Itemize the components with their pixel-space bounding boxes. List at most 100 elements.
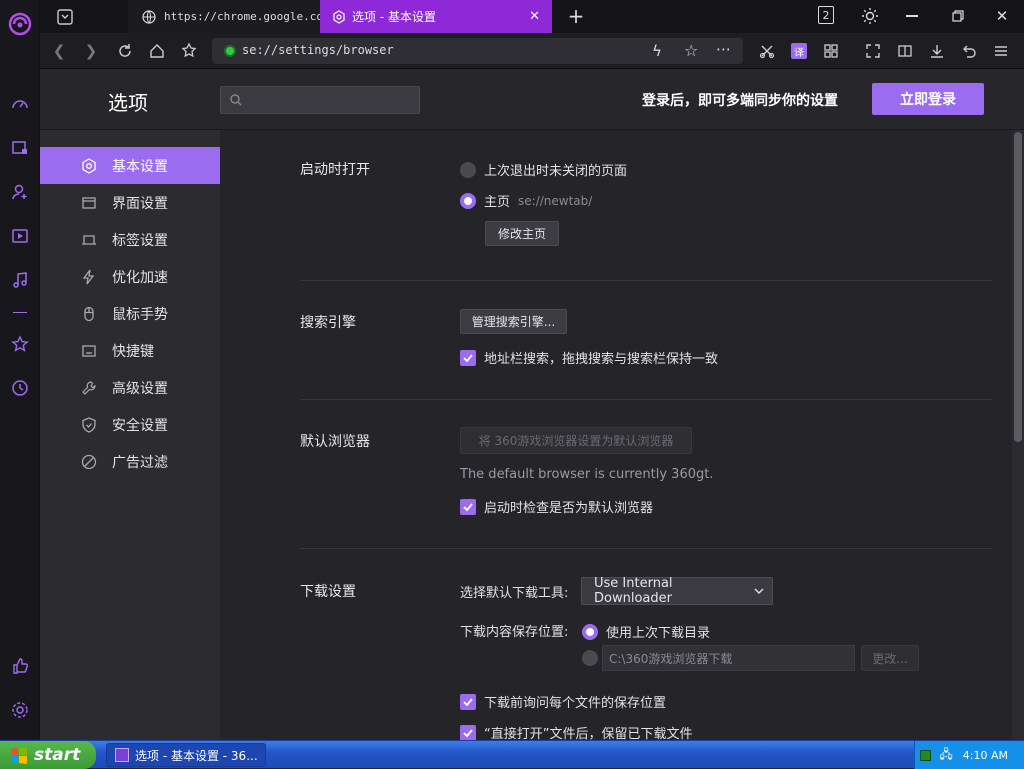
speedometer-icon[interactable] <box>0 90 40 118</box>
startup-option-homepage[interactable]: 主页 se://newtab/ <box>460 191 592 210</box>
tab-bar: https://chrome.google.com/web 选项 - 基本设置 … <box>40 0 1024 33</box>
sidebar-item-interface[interactable]: 界面设置 <box>40 184 220 221</box>
sidebar-toggle-icon[interactable] <box>890 33 920 69</box>
home-icon[interactable] <box>142 33 172 69</box>
startup-option-restore[interactable]: 上次退出时未关闭的页面 <box>460 160 627 179</box>
keep-file-option[interactable]: “直接打开”文件后，保留已下载文件 <box>460 723 692 740</box>
download-tool-select[interactable]: Use Internal Downloader <box>581 576 773 606</box>
ask-location-option[interactable]: 下载前询问每个文件的保存位置 <box>460 692 666 711</box>
close-window-icon[interactable]: ✕ <box>990 4 1014 28</box>
sidebar-item-shortcuts[interactable]: 快捷键 <box>40 332 220 369</box>
back-icon[interactable]: ❮ <box>44 33 74 69</box>
radio-restore[interactable] <box>460 161 476 178</box>
taskbar-window-item[interactable]: 选项 - 基本设置 - 36... <box>106 743 266 767</box>
sidebar-item-basic[interactable]: 基本设置 <box>40 147 220 184</box>
tray-app-icon[interactable] <box>920 749 932 761</box>
settings-content: 启动时打开 上次退出时未关闭的页面 主页 se://newtab/ 修改主页 搜… <box>220 130 1012 740</box>
radio-label: 使用上次下载目录 <box>606 626 711 641</box>
tab-settings[interactable]: 选项 - 基本设置 ✕ <box>320 0 552 33</box>
lightning-icon[interactable]: ϟ <box>652 42 662 60</box>
radio-homepage[interactable] <box>460 192 476 209</box>
chevron-down-icon <box>754 587 764 595</box>
checkbox-checked-icon[interactable] <box>460 693 476 710</box>
window-icon[interactable] <box>0 134 40 162</box>
select-value: Use Internal Downloader <box>594 576 673 606</box>
radio-label: 上次退出时未关闭的页面 <box>484 164 628 179</box>
network-icon[interactable]: 🖧 <box>939 745 952 766</box>
checkbox-checked-icon[interactable] <box>460 498 476 515</box>
menu-icon[interactable] <box>986 33 1016 69</box>
checkbox-label: 地址栏搜索，拖拽搜索与搜索栏保持一致 <box>484 352 719 367</box>
gear-icon <box>78 157 100 174</box>
address-bar[interactable]: se://settings/browser ϟ ☆ ⋯ <box>212 38 743 64</box>
tab-count-badge[interactable]: 2 <box>818 6 834 24</box>
window-icon <box>78 195 100 211</box>
tab-list-icon[interactable] <box>52 6 78 28</box>
sidebar-item-label: 优化加速 <box>112 269 168 286</box>
address-text: se://settings/browser <box>242 43 394 57</box>
windows-taskbar: start 选项 - 基本设置 - 36... 🖧 4:10 AM <box>0 740 1024 769</box>
sidebar-item-advanced[interactable]: 高级设置 <box>40 369 220 406</box>
translate-icon[interactable]: 译 <box>784 33 814 69</box>
sidebar-item-adblock[interactable]: 广告过滤 <box>40 443 220 480</box>
more-icon[interactable]: ⋯ <box>716 40 732 58</box>
settings-icon[interactable] <box>0 696 40 724</box>
checkbox-label: 启动时检查是否为默认浏览器 <box>484 501 654 516</box>
taskbar-window-title: 选项 - 基本设置 - 36... <box>135 748 258 763</box>
sidebar-item-security[interactable]: 安全设置 <box>40 406 220 443</box>
login-button[interactable]: 立即登录 <box>872 83 984 115</box>
windows-logo-icon <box>10 746 28 764</box>
sidebar-item-tabs[interactable]: 标签设置 <box>40 221 220 258</box>
reload-icon[interactable] <box>110 33 140 69</box>
radio-custom-directory[interactable] <box>582 650 598 666</box>
history-icon[interactable] <box>0 374 40 402</box>
keyboard-icon <box>78 343 100 359</box>
settings-sidebar: 基本设置 界面设置 标签设置 优化加速 鼠标手势 快捷键 高级设置 安全设置 广… <box>40 130 220 740</box>
search-sync-option[interactable]: 地址栏搜索，拖拽搜索与搜索栏保持一致 <box>460 348 718 367</box>
sidebar-item-label: 基本设置 <box>112 158 168 175</box>
left-rail <box>0 0 40 740</box>
change-path-button: 更改... <box>861 645 919 671</box>
manage-search-engines-button[interactable]: 管理搜索引擎... <box>460 309 567 334</box>
fullscreen-icon[interactable] <box>858 33 888 69</box>
block-icon <box>78 454 100 470</box>
undo-icon[interactable] <box>954 33 984 69</box>
skin-icon[interactable] <box>858 4 882 28</box>
music-icon[interactable] <box>0 266 40 294</box>
default-check-option[interactable]: 启动时检查是否为默认浏览器 <box>460 497 653 516</box>
set-default-browser-button: 将 360游戏浏览器设置为默认浏览器 <box>460 427 692 454</box>
thumbs-up-icon[interactable] <box>0 652 40 680</box>
gear-icon <box>332 9 346 24</box>
apps-grid-icon[interactable] <box>816 33 846 69</box>
forward-icon[interactable]: ❯ <box>76 33 106 69</box>
close-tab-icon[interactable]: ✕ <box>529 9 540 24</box>
vertical-scrollbar[interactable] <box>1012 130 1024 740</box>
screenshot-icon[interactable] <box>752 33 782 69</box>
checkbox-checked-icon[interactable] <box>460 724 476 740</box>
homepage-url: se://newtab/ <box>518 193 593 208</box>
sidebar-item-mouse-gestures[interactable]: 鼠标手势 <box>40 295 220 332</box>
restore-icon[interactable] <box>946 4 970 28</box>
minimize-icon[interactable] <box>900 4 924 28</box>
sidebar-item-optimize[interactable]: 优化加速 <box>40 258 220 295</box>
favorite-star-icon[interactable]: ☆ <box>684 41 698 60</box>
mouse-icon <box>78 306 100 322</box>
modify-homepage-button[interactable]: 修改主页 <box>485 221 559 246</box>
scrollbar-thumb[interactable] <box>1014 132 1022 442</box>
location-option-last[interactable]: 使用上次下载目录 <box>582 622 710 641</box>
new-tab-button[interactable]: + <box>564 4 588 28</box>
download-icon[interactable] <box>922 33 952 69</box>
page-title: 选项 <box>108 91 148 115</box>
video-icon[interactable] <box>0 222 40 250</box>
bookmarks-icon[interactable] <box>174 33 204 69</box>
user-add-icon[interactable] <box>0 178 40 206</box>
section-title-download: 下载设置 <box>300 584 356 600</box>
navigation-bar: ❮ ❯ se://settings/browser ϟ ☆ ⋯ 译 <box>40 33 1024 69</box>
star-icon[interactable] <box>0 330 40 358</box>
clock: 4:10 AM <box>962 748 1008 762</box>
radio-last-directory[interactable] <box>582 623 598 640</box>
checkbox-checked-icon[interactable] <box>460 349 476 366</box>
browser-logo-icon[interactable] <box>0 8 40 40</box>
start-button[interactable]: start <box>0 741 96 769</box>
settings-search-input[interactable] <box>220 86 420 114</box>
